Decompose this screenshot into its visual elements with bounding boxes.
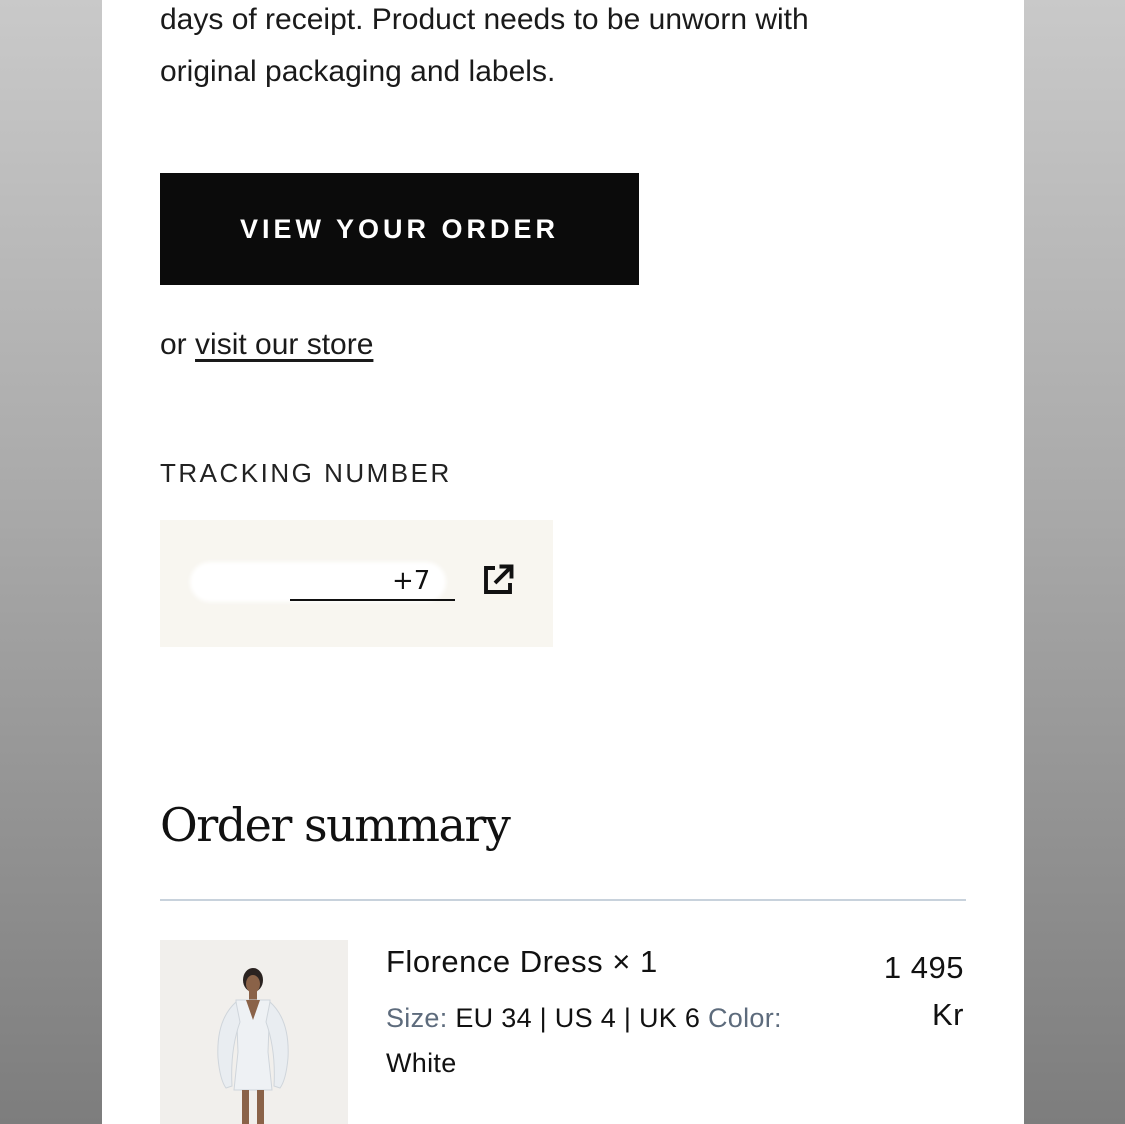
tracking-number-link[interactable]: +7 <box>392 566 430 596</box>
size-value: EU 34 | US 4 | UK 6 <box>455 1003 701 1033</box>
price-currency: Kr <box>932 997 964 1032</box>
dress-product-image <box>160 940 348 1124</box>
order-summary-title: Order summary <box>160 798 511 852</box>
return-policy-line-2: original packaging and labels. <box>160 55 556 88</box>
visit-store-prefix: or <box>160 328 187 361</box>
color-value: White <box>386 1048 457 1078</box>
item-name: Florence Dress × 1 <box>386 944 658 979</box>
tracking-number-label: TRACKING NUMBER <box>160 458 452 488</box>
return-policy-text: days of receipt. Product needs to be unw… <box>160 0 960 98</box>
visit-store-line: or visit our store <box>160 328 373 362</box>
item-price: 1 495 Kr <box>834 944 964 1038</box>
return-policy-line-1: days of receipt. Product needs to be unw… <box>160 3 809 36</box>
visit-store-link[interactable]: visit our store <box>195 328 373 361</box>
color-key: Color: <box>707 1003 782 1033</box>
tracking-number-box[interactable]: +7 <box>160 520 553 647</box>
price-amount: 1 495 <box>883 950 964 985</box>
item-details: Size: EU 34 | US 4 | UK 6 Color: White <box>386 996 836 1086</box>
external-link-icon[interactable] <box>480 562 516 598</box>
summary-divider <box>160 899 966 901</box>
size-key: Size: <box>386 1003 448 1033</box>
tracking-link-underline <box>290 599 455 601</box>
view-your-order-button[interactable]: VIEW YOUR ORDER <box>160 173 639 285</box>
email-body: days of receipt. Product needs to be unw… <box>102 0 1024 1124</box>
